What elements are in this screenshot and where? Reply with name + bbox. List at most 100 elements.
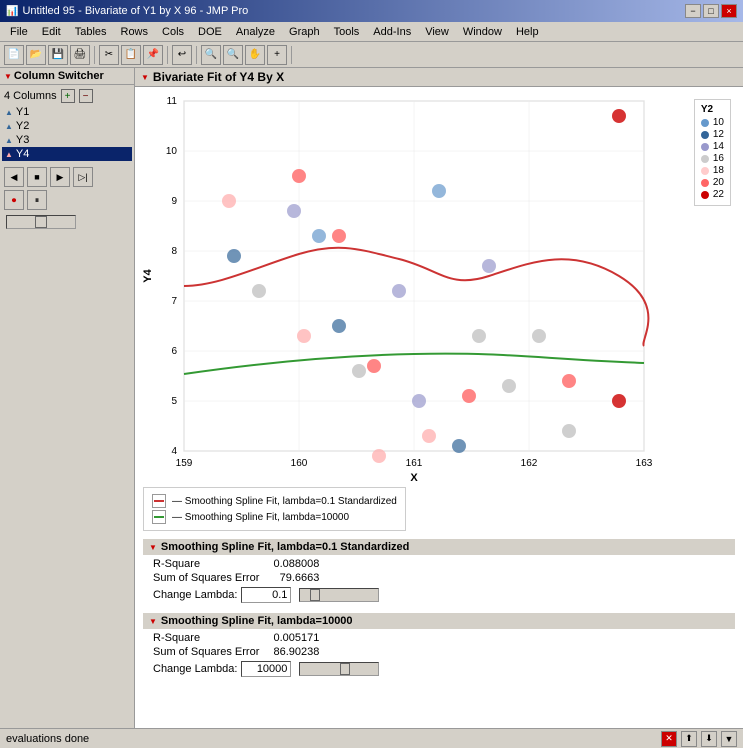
status-stop-button[interactable]: ✕ [661, 731, 677, 747]
y2-label: Y2 [16, 120, 29, 132]
tb-zoom-in[interactable]: 🔍 [201, 45, 221, 65]
tb-sep4 [291, 46, 292, 64]
menu-file[interactable]: File [4, 25, 34, 39]
menu-help[interactable]: Help [510, 25, 545, 39]
column-item-y3[interactable]: ▲ Y3 [2, 133, 132, 147]
svg-text:8: 8 [171, 246, 177, 257]
menu-analyze[interactable]: Analyze [230, 25, 281, 39]
title-bar: 📊 Untitled 95 - Bivariate of Y1 by X 96 … [0, 0, 743, 22]
scatter-plot[interactable]: 4 5 6 7 8 9 10 11 159 160 161 162 163 X … [139, 91, 709, 481]
menu-view[interactable]: View [419, 25, 455, 39]
spline2-lambda-slider[interactable] [299, 662, 379, 676]
spline2-lambda-row: Change Lambda: [153, 661, 735, 677]
window-title: Untitled 95 - Bivariate of Y1 by X 96 - … [22, 5, 248, 17]
legend-label-20: 20 [713, 177, 724, 188]
app-icon: 📊 [6, 6, 18, 17]
column-switcher-title: Column Switcher [14, 70, 104, 82]
spline1-lambda-thumb[interactable] [310, 589, 320, 601]
anim-pause[interactable]: ⏸ [27, 190, 47, 210]
legend-dot-18 [701, 167, 709, 175]
spline2-section: ▼ Smoothing Spline Fit, lambda=10000 R-S… [135, 607, 743, 681]
spline1-sse-label: Sum of Squares Error [153, 571, 267, 585]
tb-save[interactable]: 💾 [48, 45, 68, 65]
spline1-sse-row: Sum of Squares Error 79.6663 [153, 571, 327, 585]
spline2-lambda-input[interactable] [241, 661, 291, 677]
remove-column-button[interactable]: − [79, 89, 93, 103]
spline1-lambda-slider[interactable] [299, 588, 379, 602]
spline1-header: ▼ Smoothing Spline Fit, lambda=0.1 Stand… [143, 539, 735, 555]
spline1-lambda-input[interactable] [241, 587, 291, 603]
tb-sep2 [167, 46, 168, 64]
svg-text:160: 160 [291, 458, 308, 469]
menu-window[interactable]: Window [457, 25, 508, 39]
legend-dot-22 [701, 191, 709, 199]
tb-zoom-out[interactable]: 🔍 [223, 45, 243, 65]
spline1-lambda-row: Change Lambda: [153, 587, 735, 603]
menu-rows[interactable]: Rows [115, 25, 155, 39]
spline1-collapse-icon[interactable]: ▼ [149, 543, 157, 552]
menu-edit[interactable]: Edit [36, 25, 67, 39]
tb-print[interactable]: 🖨 [70, 45, 90, 65]
close-button[interactable]: × [721, 4, 737, 18]
menu-tools[interactable]: Tools [328, 25, 366, 39]
menu-cols[interactable]: Cols [156, 25, 190, 39]
tb-hand[interactable]: ✋ [245, 45, 265, 65]
tb-cut[interactable]: ✂ [99, 45, 119, 65]
spline1-lambda-label: Change Lambda: [153, 589, 237, 601]
tb-new[interactable]: 📄 [4, 45, 24, 65]
spline1-rsquare-label: R-Square [153, 557, 267, 571]
menu-addins[interactable]: Add-Ins [367, 25, 417, 39]
anim-step[interactable]: ▷| [73, 167, 93, 187]
add-column-button[interactable]: + [61, 89, 75, 103]
svg-text:162: 162 [521, 458, 538, 469]
anim-record[interactable]: ⏺ [4, 190, 24, 210]
spline2-collapse-icon[interactable]: ▼ [149, 617, 157, 626]
svg-text:159: 159 [176, 458, 193, 469]
maximize-button[interactable]: □ [703, 4, 719, 18]
legend-title: Y2 [701, 104, 724, 115]
spline2-rsquare-value: 0.005171 [267, 631, 327, 645]
menu-doe[interactable]: DOE [192, 25, 228, 39]
tb-paste[interactable]: 📌 [143, 45, 163, 65]
bivariate-collapse-icon[interactable]: ▼ [141, 73, 149, 82]
column-item-y2[interactable]: ▲ Y2 [2, 119, 132, 133]
spline2-sse-label: Sum of Squares Error [153, 645, 267, 659]
spline2-lambda-thumb[interactable] [340, 663, 350, 675]
column-count-row: 4 Columns + − [2, 87, 132, 105]
spline2-title: Smoothing Spline Fit, lambda=10000 [161, 615, 353, 627]
minimize-button[interactable]: − [685, 4, 701, 18]
tb-open[interactable]: 📂 [26, 45, 46, 65]
anim-stop[interactable]: ■ [27, 167, 47, 187]
animation-slider-thumb[interactable] [35, 216, 47, 228]
fit-legend-red: — Smoothing Spline Fit, lambda=0.1 Stand… [152, 494, 397, 508]
column-item-y1[interactable]: ▲ Y1 [2, 105, 132, 119]
column-item-y4[interactable]: ▲ Y4 [2, 147, 132, 161]
animation-slider[interactable] [6, 215, 76, 229]
legend-item-12: 12 [701, 129, 724, 140]
legend-dot-20 [701, 179, 709, 187]
panel-collapse-icon[interactable]: ▼ [4, 72, 12, 81]
tb-copy[interactable]: 📋 [121, 45, 141, 65]
spline1-sse-value: 79.6663 [267, 571, 327, 585]
legend-dot-10 [701, 119, 709, 127]
status-back-button[interactable]: ⬆ [681, 731, 697, 747]
legend-label-18: 18 [713, 165, 724, 176]
legend-item-22: 22 [701, 189, 724, 200]
anim-play-back[interactable]: ◀ [4, 167, 24, 187]
anim-play-forward[interactable]: ▶ [50, 167, 70, 187]
svg-text:4: 4 [171, 446, 177, 457]
spline2-rsquare-label: R-Square [153, 631, 267, 645]
spline2-sse-row: Sum of Squares Error 86.90238 [153, 645, 327, 659]
tb-undo[interactable]: ↩ [172, 45, 192, 65]
column-count: 4 Columns [4, 90, 57, 102]
chart-legend: Y2 10 12 14 16 [694, 99, 731, 206]
spline2-header: ▼ Smoothing Spline Fit, lambda=10000 [143, 613, 735, 629]
status-menu-button[interactable]: ▼ [721, 731, 737, 747]
menu-tables[interactable]: Tables [69, 25, 113, 39]
menu-graph[interactable]: Graph [283, 25, 326, 39]
y3-icon: ▲ [5, 136, 13, 145]
legend-label-16: 16 [713, 153, 724, 164]
tb-plus[interactable]: + [267, 45, 287, 65]
fit-red-label: — Smoothing Spline Fit, lambda=0.1 Stand… [172, 496, 397, 507]
status-forward-button[interactable]: ⬇ [701, 731, 717, 747]
